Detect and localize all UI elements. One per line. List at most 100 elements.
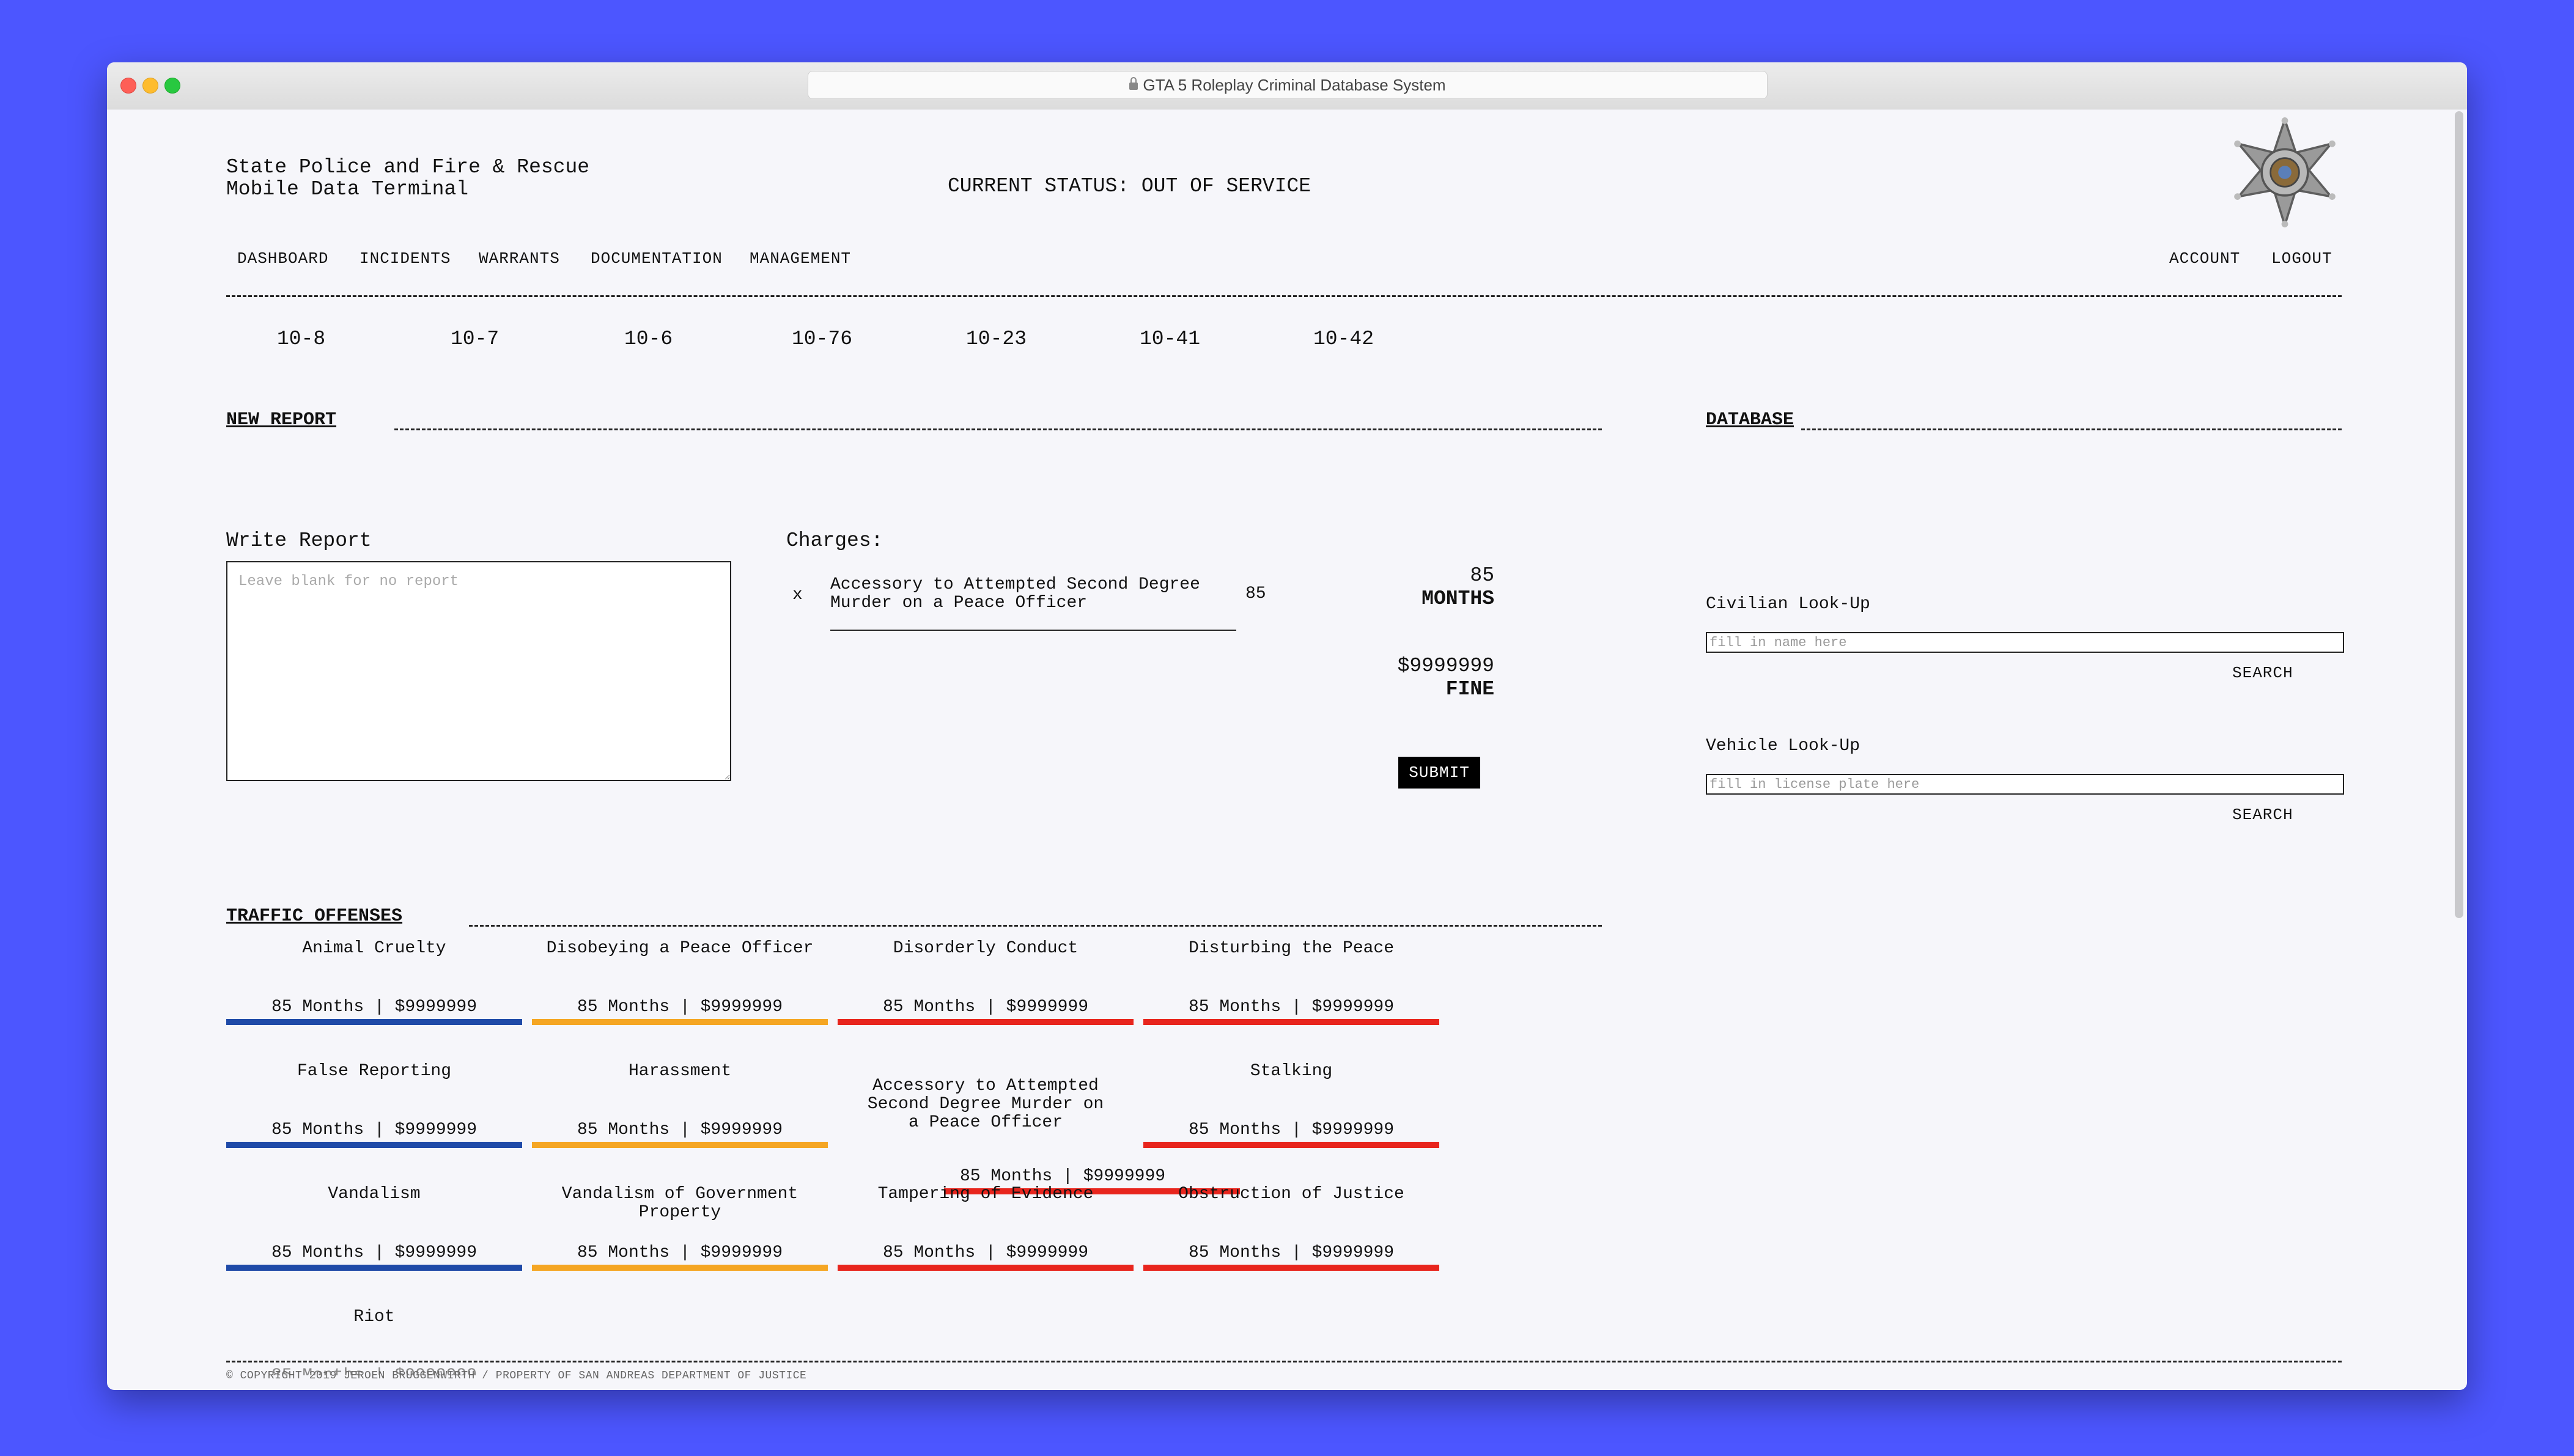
police-badge-logo	[2234, 117, 2336, 227]
total-fine-label: FINE	[1445, 678, 1494, 700]
terminal-title: State Police and Fire & Rescue Mobile Da…	[226, 156, 590, 200]
zoom-window-button[interactable]	[164, 78, 180, 94]
status-code-10-6[interactable]: 10-6	[624, 328, 673, 350]
footer-divider	[226, 1361, 2342, 1362]
offense-price: 85 Months | $9999999	[960, 1167, 1166, 1186]
offense-category-bar	[1143, 1265, 1439, 1271]
nav-dashboard[interactable]: DASHBOARD	[237, 249, 328, 268]
database-divider	[1801, 428, 2342, 430]
offense-card-selected[interactable]: Accessory to Attempted Second Degree Mur…	[838, 1077, 1134, 1181]
offense-category-bar	[838, 1265, 1134, 1271]
offense-name: Disobeying a Peace Officer	[546, 939, 814, 958]
offense-name: Disorderly Conduct	[893, 939, 1079, 958]
nav-warrants[interactable]: WARRANTS	[479, 249, 560, 268]
total-fine-value: $9999999	[1397, 655, 1494, 677]
offense-card[interactable]: Disobeying a Peace Officer 85 Months | $…	[532, 939, 828, 1043]
nav-management[interactable]: MANAGEMENT	[750, 249, 851, 268]
offense-name: False Reporting	[297, 1062, 452, 1081]
offense-card[interactable]: False Reporting 85 Months | $9999999	[226, 1062, 522, 1166]
offense-price: 85 Months | $9999999	[577, 998, 783, 1017]
civilian-search-button[interactable]: SEARCH	[2232, 664, 2293, 682]
status-code-10-42[interactable]: 10-42	[1313, 328, 1374, 350]
offense-name: Vandalism	[328, 1185, 421, 1204]
vehicle-lookup-label: Vehicle Look-Up	[1706, 737, 1860, 756]
offense-category-bar	[226, 1142, 522, 1148]
remove-charge-button[interactable]: x	[792, 586, 803, 605]
offense-price: 85 Months | $9999999	[882, 1243, 1089, 1262]
civilian-lookup-label: Civilian Look-Up	[1706, 595, 1870, 614]
offense-category-bar	[226, 1019, 522, 1025]
offense-card[interactable]: Vandalism 85 Months | $9999999	[226, 1185, 522, 1289]
offense-category-bar	[1143, 1019, 1439, 1025]
offense-name: Animal Cruelty	[302, 939, 446, 958]
nav-logout[interactable]: LOGOUT	[2271, 249, 2332, 268]
new-report-divider	[394, 428, 1602, 430]
offense-card[interactable]: Obstruction of Justice 85 Months | $9999…	[1143, 1185, 1439, 1289]
close-window-button[interactable]	[120, 78, 136, 94]
offense-name: Accessory to Attempted Second Degree Mur…	[867, 1076, 1104, 1132]
offense-card[interactable]: Disorderly Conduct 85 Months | $9999999	[838, 939, 1134, 1043]
offense-price: 85 Months | $9999999	[271, 1120, 478, 1139]
offense-price: 85 Months | $9999999	[577, 1120, 783, 1139]
charges-label: Charges:	[786, 529, 883, 552]
offense-price: 85 Months | $9999999	[577, 1243, 783, 1262]
offense-card[interactable]: Tampering of Evidence 85 Months | $99999…	[838, 1185, 1134, 1289]
nav-incidents[interactable]: INCIDENTS	[360, 249, 451, 268]
offense-price: 85 Months | $9999999	[271, 998, 478, 1017]
charge-underline	[830, 630, 1236, 631]
write-report-label: Write Report	[226, 529, 372, 552]
offense-price: 85 Months | $9999999	[271, 1243, 478, 1262]
address-bar[interactable]: GTA 5 Roleplay Criminal Database System	[808, 71, 1768, 99]
browser-window: GTA 5 Roleplay Criminal Database System …	[107, 62, 2467, 1390]
status-code-10-41[interactable]: 10-41	[1140, 328, 1200, 350]
title-bar: GTA 5 Roleplay Criminal Database System	[107, 62, 2467, 109]
license-plate-input[interactable]	[1706, 774, 2344, 795]
offense-price: 85 Months | $9999999	[1188, 998, 1395, 1017]
copyright-footer: © COPYRIGHT 2019 JEROEN BRUGGENWIRTH / P…	[226, 1370, 807, 1382]
charge-name: Accessory to Attempted Second Degree Mur…	[830, 575, 1200, 612]
page-scrollbar[interactable]	[2455, 111, 2463, 918]
offense-name: Obstruction of Justice	[1178, 1185, 1404, 1204]
charge-months: 85	[1245, 584, 1266, 603]
minimize-window-button[interactable]	[142, 78, 158, 94]
total-months-label: MONTHS	[1422, 587, 1494, 610]
offense-name: Tampering of Evidence	[877, 1185, 1094, 1204]
address-bar-text: GTA 5 Roleplay Criminal Database System	[1143, 75, 1446, 94]
offense-name: Vandalism of Government Property	[561, 1185, 798, 1222]
lock-icon	[1129, 77, 1138, 90]
nav-documentation[interactable]: DOCUMENTATION	[591, 249, 723, 268]
database-heading: DATABASE	[1706, 410, 1794, 430]
offense-name: Riot	[353, 1308, 395, 1326]
header-divider	[226, 295, 2342, 297]
offense-card[interactable]: Stalking 85 Months | $9999999	[1143, 1062, 1439, 1166]
offense-card[interactable]: Riot 85 Months | $9999999	[226, 1308, 522, 1375]
offense-category-bar	[532, 1019, 828, 1025]
status-code-10-8[interactable]: 10-8	[277, 328, 325, 350]
offense-card[interactable]: Disturbing the Peace 85 Months | $999999…	[1143, 939, 1439, 1043]
offense-name: Disturbing the Peace	[1188, 939, 1395, 958]
status-code-10-23[interactable]: 10-23	[966, 328, 1027, 350]
offense-card[interactable]: Vandalism of Government Property 85 Mont…	[532, 1185, 828, 1289]
report-textarea[interactable]	[226, 561, 731, 781]
new-report-heading: NEW REPORT	[226, 410, 337, 430]
page-content: State Police and Fire & Rescue Mobile Da…	[107, 109, 2467, 1390]
offense-card[interactable]: Harassment 85 Months | $9999999	[532, 1062, 828, 1166]
current-status: CURRENT STATUS: OUT OF SERVICE	[948, 175, 1311, 197]
offense-price: 85 Months | $9999999	[1188, 1120, 1395, 1139]
offense-category-bar	[532, 1142, 828, 1148]
offense-category-bar	[838, 1019, 1134, 1025]
total-months-value: 85	[1470, 564, 1494, 587]
offense-card[interactable]: Animal Cruelty 85 Months | $9999999	[226, 939, 522, 1043]
status-code-10-7[interactable]: 10-7	[451, 328, 499, 350]
civilian-name-input[interactable]	[1706, 632, 2344, 653]
offense-category-bar	[226, 1265, 522, 1271]
status-code-10-76[interactable]: 10-76	[792, 328, 852, 350]
vehicle-search-button[interactable]: SEARCH	[2232, 806, 2293, 824]
submit-button[interactable]: SUBMIT	[1398, 757, 1480, 789]
offense-price: 85 Months | $9999999	[882, 998, 1089, 1017]
traffic-offenses-divider	[469, 925, 1602, 927]
traffic-offenses-heading: TRAFFIC OFFENSES	[226, 906, 403, 927]
offense-name: Stalking	[1250, 1062, 1333, 1081]
nav-account[interactable]: ACCOUNT	[2169, 249, 2240, 268]
offense-name: Harassment	[628, 1062, 732, 1081]
